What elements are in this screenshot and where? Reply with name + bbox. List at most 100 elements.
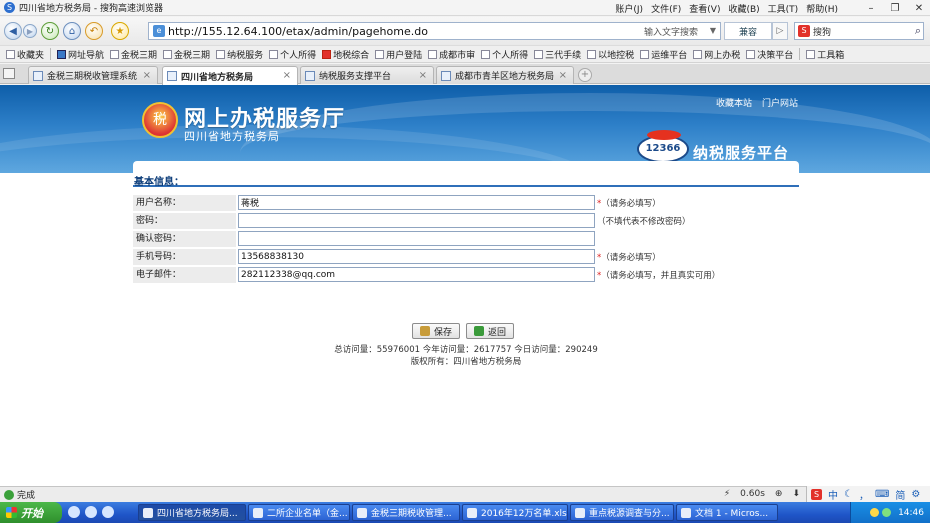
back-button[interactable]: 返回 [466,323,514,339]
download-icon[interactable]: ⬇ [792,489,800,499]
tab-close-icon[interactable]: × [419,70,427,81]
fav-link[interactable]: 决策平台 [746,48,793,61]
window-title: 四川省地方税务局 - 搜狗高速浏览器 [19,4,163,14]
taskbar-item[interactable]: 重点税源调查与分... [570,504,674,521]
address-url[interactable]: http://155.12.64.100/etax/admin/pagehome… [168,25,428,38]
mobile-field[interactable] [238,249,595,264]
speed-icon: ⚡ [723,489,731,499]
address-bar[interactable]: e http://155.12.64.100/etax/admin/pageho… [148,22,721,40]
navigation-toolbar: ◀ ▶ ↻ ⌂ ↶ ★ e http://155.12.64.100/etax/… [0,17,930,45]
fav-link[interactable]: 金税三期 [163,48,210,61]
menu-account[interactable]: 账户(J) [615,2,643,15]
taskbar-item[interactable]: 二所企业名单（金... [248,504,350,521]
moon-icon[interactable]: ☾ [844,489,853,500]
tab-close-icon[interactable]: × [283,70,291,81]
fav-link[interactable]: 地税综合 [322,48,369,61]
toolbox-icon [806,49,816,59]
fav-link[interactable]: 网址导航 [57,48,104,61]
minimize-button[interactable]: – [864,3,878,14]
go-button[interactable]: ▷ [772,22,788,40]
page-icon [693,49,703,59]
fav-link[interactable]: 网上办税 [693,48,740,61]
fav-link[interactable]: 运维平台 [640,48,687,61]
taskbar-item[interactable]: 2016年12万名单.xlsx [462,504,568,521]
fav-link[interactable]: 以地控税 [587,48,634,61]
menu-file[interactable]: 文件(F) [651,2,681,15]
fav-link[interactable]: 个人所得 [269,48,316,61]
tab-qingyang-tax[interactable]: 成都市青羊区地方税务局 × [436,66,574,84]
quick-launch-icon[interactable] [102,506,114,518]
platform-name: 纳税服务平台 [693,144,790,162]
menu-view[interactable]: 查看(V) [689,2,720,15]
tab-sichuan-tax[interactable]: 四川省地方税务局 × [162,66,298,85]
fav-link[interactable]: 三代手续 [534,48,581,61]
ime-script[interactable]: 简 [895,487,905,502]
email-field[interactable] [238,267,595,282]
gear-icon[interactable]: ⚙ [911,489,920,500]
menu-help[interactable]: 帮助(H) [806,2,838,15]
menu-favorites[interactable]: 收藏(B) [728,2,759,15]
basic-info-form: 用户名称： *（请务必填写） 密码： （不填代表不修改密码） 确认密码： 手机号… [133,194,799,284]
zoom-icon[interactable]: ⊕ [775,489,783,499]
favorites-menu[interactable]: 收藏夹 [6,48,44,61]
refresh-button[interactable]: ↻ [41,22,59,40]
save-icon [419,326,430,336]
password-field[interactable] [238,213,595,228]
username-field[interactable] [238,195,595,210]
save-button[interactable]: 保存 [412,323,460,339]
menu-tools[interactable]: 工具(T) [768,2,799,15]
ime-language[interactable]: 中 [828,487,838,502]
new-tab-button[interactable]: + [578,68,592,82]
close-button[interactable]: ✕ [912,3,926,14]
address-search-hint: 输入文字搜索 [643,28,698,38]
favorite-star-button[interactable]: ★ [111,22,129,40]
compat-mode-button[interactable]: 兼容 [724,22,772,40]
confirm-password-field[interactable] [238,231,595,246]
maximize-button[interactable]: ❐ [888,3,902,14]
field-note: *（请务必填写） [597,253,661,263]
taskbar-item[interactable]: 文档 1 - Micros... [676,504,778,521]
page-icon [163,49,173,59]
tab-service-platform[interactable]: 纳税服务支撑平台 × [300,66,434,84]
forward-button[interactable]: ▶ [23,24,37,38]
tray-icon[interactable] [870,508,880,517]
back-button[interactable]: ◀ [4,22,22,40]
sogou-ime-icon[interactable]: S [811,488,822,500]
tray-icon[interactable] [882,508,892,517]
field-label: 用户名称： [133,195,236,211]
tab-close-icon[interactable]: × [559,70,567,81]
search-input[interactable]: 搜狗 [813,25,831,38]
form-row-username: 用户名称： *（请务必填写） [133,194,799,212]
tab-jinsui[interactable]: 金税三期税收管理系统 × [28,66,158,84]
keyboard-icon[interactable]: ⌨ [875,489,889,500]
tab-close-icon[interactable]: × [143,70,151,81]
section-title: 基本信息： [133,173,799,188]
home-button[interactable]: ⌂ [63,22,81,40]
portal-site-link[interactable]: 门户网站 [762,96,798,109]
app-icon [681,507,691,518]
quick-launch-icon[interactable] [68,506,80,518]
toolbox-menu[interactable]: 工具箱 [806,48,844,61]
taskbar-item[interactable]: 金税三期税收管理... [352,504,460,521]
app-icon [143,507,153,518]
fav-link[interactable]: 个人所得 [481,48,528,61]
start-button[interactable]: 开始 [0,502,62,523]
search-icon[interactable]: ⌕ [915,24,921,38]
punctuation-icon[interactable]: ， [859,487,869,502]
fav-link[interactable]: 纳税服务 [216,48,263,61]
fav-link[interactable]: 用户登陆 [375,48,422,61]
sidebar-toggle-icon[interactable] [3,68,15,79]
fav-link[interactable]: 金税三期 [110,48,157,61]
chevron-down-icon[interactable]: ▼ [710,26,716,35]
search-box[interactable]: S 搜狗 ⌕ [794,22,924,40]
page-icon [269,49,279,59]
site-brand-subtitle: 四川省地方税务局 [184,130,280,143]
quick-launch-icon[interactable] [85,506,97,518]
fav-link[interactable]: 成都市审 [428,48,475,61]
page-icon [640,49,650,59]
tab-page-icon [441,70,451,81]
bookmark-site-link[interactable]: 收藏本站 [716,96,752,109]
app-icon [253,507,263,518]
taskbar-item[interactable]: 四川省地方税务局... [138,504,246,521]
undo-close-button[interactable]: ↶ [85,22,103,40]
